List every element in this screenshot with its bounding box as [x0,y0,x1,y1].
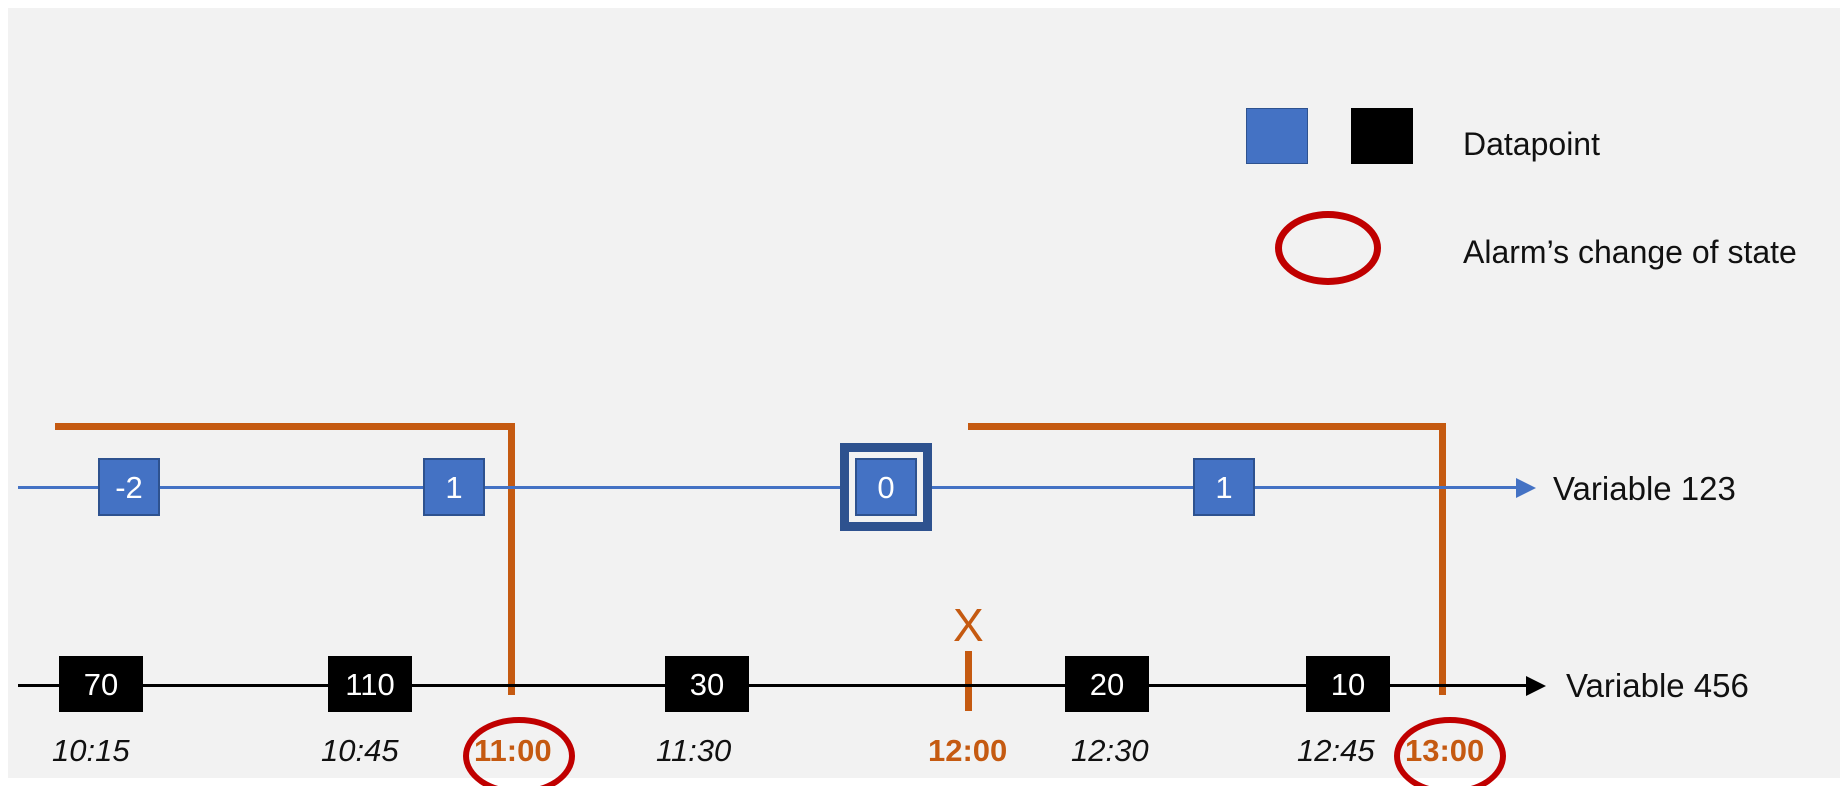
variable-123-axis-label: Variable 123 [1553,470,1736,507]
datapoint-variable-123-3[interactable]: 1 [1193,458,1255,516]
variable-456-axis-line [18,684,1528,687]
time-tick-1015: 10:15 [52,733,130,768]
alarm-bracket-1-vertical [508,423,515,695]
variable-456-axis-arrow-icon [1526,676,1546,696]
time-tick-1300: 13:00 [1405,733,1485,768]
datapoint-variable-123-2[interactable]: 0 [855,458,917,516]
datapoint-variable-456-0[interactable]: 70 [59,656,143,712]
time-tick-1200: 12:00 [928,733,1008,768]
x-marker-stem [965,651,972,711]
legend-alarm-label: Alarm’s change of state [1463,234,1797,270]
datapoint-variable-456-2[interactable]: 30 [665,656,749,712]
time-tick-1230: 12:30 [1071,733,1149,768]
legend-blue-datapoint-swatch [1246,108,1308,164]
datapoint-variable-456-1[interactable]: 110 [328,656,412,712]
time-tick-1100: 11:00 [474,733,552,768]
variable-123-axis-arrow-icon [1516,478,1536,498]
datapoint-variable-456-4[interactable]: 10 [1306,656,1390,712]
variable-123-axis-line [18,486,1518,489]
diagram-canvas: Datapoint Alarm’s change of state Variab… [0,0,1848,786]
alarm-bracket-2-vertical [1439,423,1446,695]
datapoint-variable-123-1[interactable]: 1 [423,458,485,516]
time-tick-1045: 10:45 [321,733,399,768]
time-tick-1245: 12:45 [1297,733,1375,768]
time-tick-1130: 11:30 [656,733,732,768]
x-marker-icon: X [953,599,984,651]
datapoint-variable-123-0[interactable]: -2 [98,458,160,516]
alarm-bracket-1-horizontal [55,423,515,430]
legend-alarm-state-ellipse-icon [1275,211,1381,285]
alarm-bracket-2-horizontal [968,423,1446,430]
datapoint-variable-456-3[interactable]: 20 [1065,656,1149,712]
variable-456-axis-label: Variable 456 [1566,667,1749,704]
legend-black-datapoint-swatch [1351,108,1413,164]
diagram-background: Datapoint Alarm’s change of state Variab… [8,8,1840,786]
legend-datapoint-label: Datapoint [1463,126,1600,162]
